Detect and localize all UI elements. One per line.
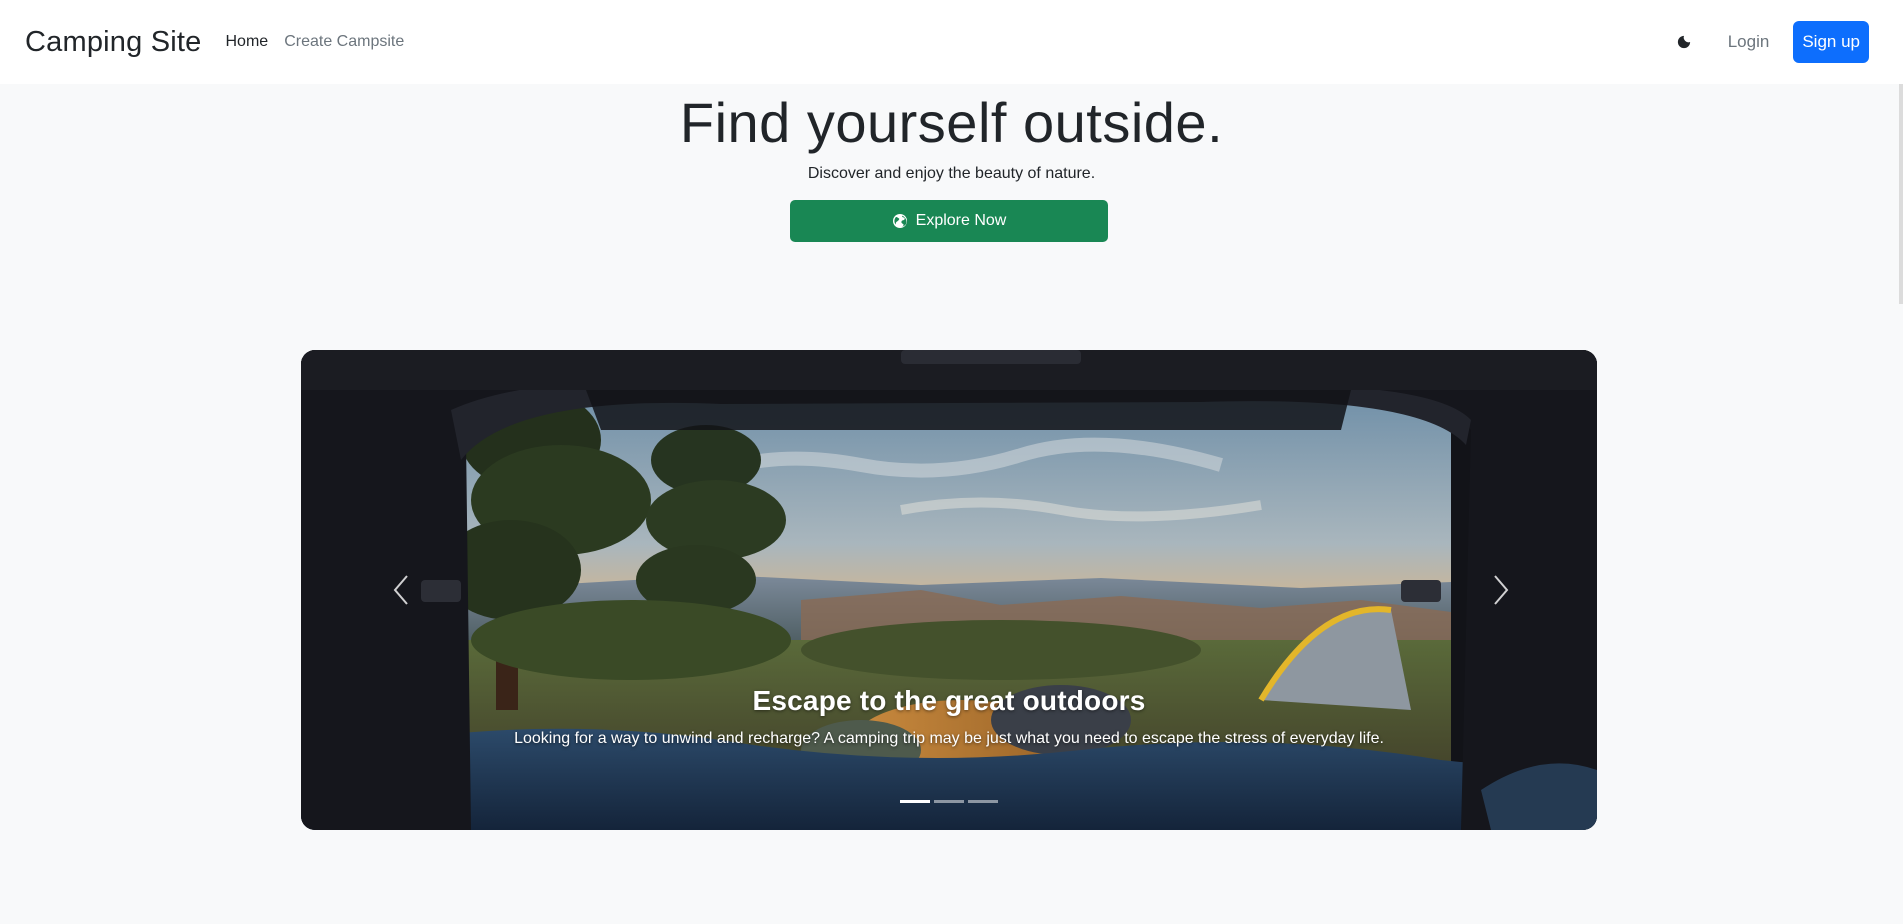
- carousel-next-button[interactable]: [1451, 540, 1551, 640]
- navbar: Camping Site Home Create Campsite Login …: [0, 0, 1903, 84]
- carousel-slide-image: [301, 350, 1597, 830]
- signup-button[interactable]: Sign up: [1793, 21, 1869, 63]
- chevron-right-icon: [1494, 575, 1509, 605]
- carousel-indicators: [301, 800, 1597, 803]
- nav-right-group: Login Sign up: [1674, 21, 1878, 63]
- carousel-caption-text: Looking for a way to unwind and recharge…: [514, 730, 1384, 747]
- login-link[interactable]: Login: [1728, 32, 1770, 52]
- carousel-indicator-3[interactable]: [968, 800, 998, 803]
- hero-title: Find yourself outside.: [679, 91, 1224, 154]
- hero-carousel: Escape to the great outdoors Looking for…: [301, 350, 1597, 830]
- page-scrollbar[interactable]: [1899, 84, 1903, 304]
- nav-link-home[interactable]: Home: [226, 33, 269, 51]
- carousel-prev-button[interactable]: [351, 540, 451, 640]
- brand-logo[interactable]: Camping Site: [25, 26, 202, 59]
- moon-icon[interactable]: [1674, 32, 1694, 52]
- chevron-left-icon: [393, 575, 408, 605]
- carousel-caption-title: Escape to the great outdoors: [752, 685, 1146, 716]
- hero-subtitle: Discover and enjoy the beauty of nature.: [807, 165, 1096, 182]
- globe-icon: [892, 213, 908, 229]
- carousel-caption: Escape to the great outdoors Looking for…: [301, 685, 1597, 751]
- carousel-indicator-2[interactable]: [934, 800, 964, 803]
- explore-now-button[interactable]: Explore Now: [790, 200, 1108, 242]
- nav-link-create-campsite[interactable]: Create Campsite: [284, 33, 404, 51]
- carousel-indicator-1[interactable]: [900, 800, 930, 803]
- explore-now-label: Explore Now: [915, 212, 1007, 229]
